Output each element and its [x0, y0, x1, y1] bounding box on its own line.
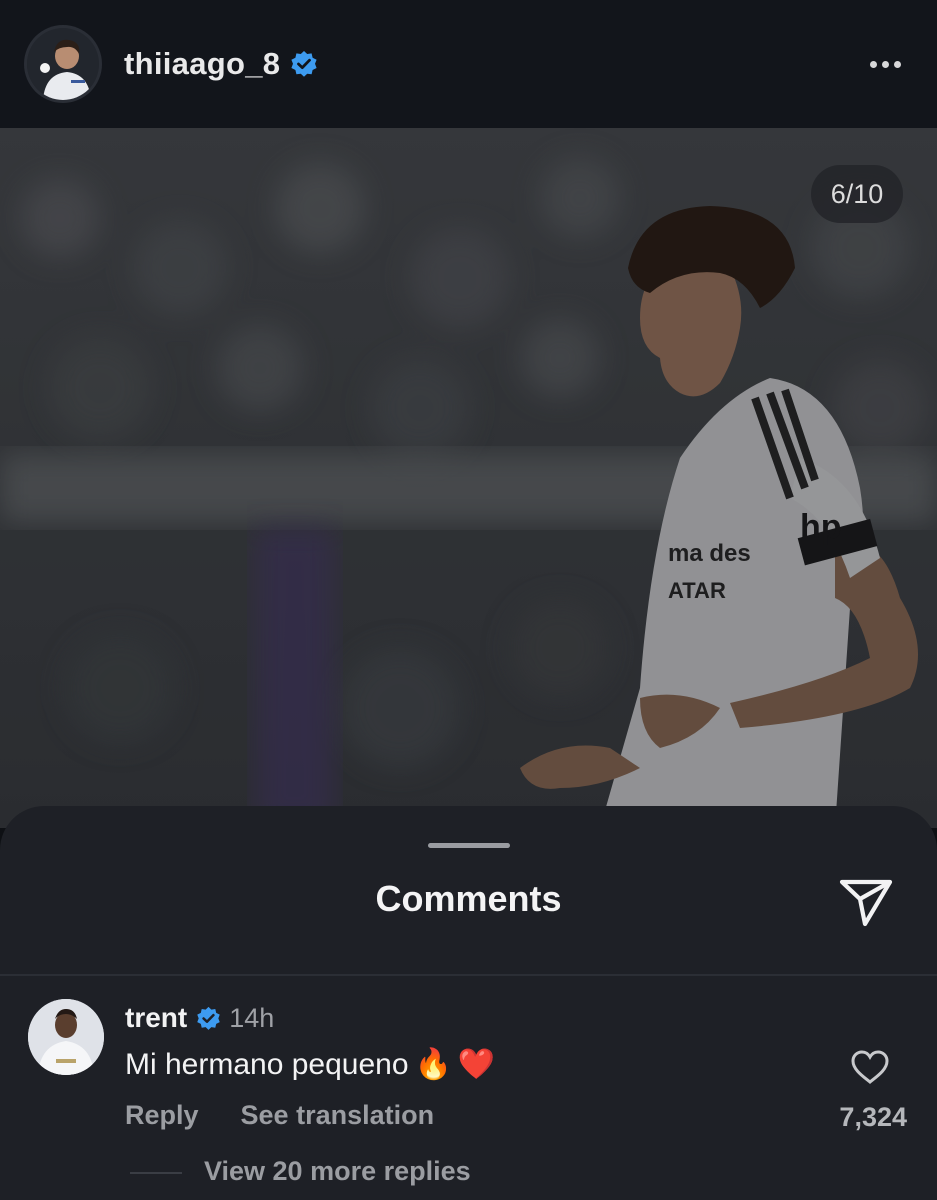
- post-username[interactable]: thiiaago_8: [124, 46, 280, 82]
- instagram-post-screen: thiiaago_8 ma des ATAR hp 6/10 Comments …: [0, 0, 937, 1200]
- verified-badge-icon: [197, 1006, 220, 1030]
- sheet-drag-handle[interactable]: [428, 843, 510, 848]
- avatar-image: [27, 28, 99, 100]
- ellipsis-icon: [870, 60, 877, 68]
- see-translation-button[interactable]: See translation: [241, 1100, 435, 1131]
- verified-badge-icon: [291, 51, 317, 77]
- comments-sheet: Comments trent 14h Mi hermano pequeno 🔥 …: [0, 806, 937, 1200]
- more-options-button[interactable]: [864, 55, 907, 74]
- ellipsis-dot: [894, 60, 901, 68]
- replies-divider-line: [130, 1172, 182, 1174]
- sheet-divider: [0, 974, 937, 976]
- profile-avatar[interactable]: [24, 25, 102, 103]
- send-icon[interactable]: [837, 872, 895, 930]
- post-header: thiiaago_8: [0, 0, 937, 128]
- fire-emoji: 🔥: [414, 1048, 452, 1081]
- comments-title: Comments: [375, 878, 562, 919]
- red-heart-emoji: ❤️: [457, 1048, 496, 1081]
- comment-username[interactable]: trent: [125, 1002, 187, 1034]
- post-photo[interactable]: ma des ATAR hp: [0, 128, 937, 828]
- comment-header: trent 14h: [125, 1002, 274, 1034]
- reply-button[interactable]: Reply: [125, 1100, 199, 1131]
- comment-avatar[interactable]: [28, 999, 104, 1075]
- view-more-replies-button[interactable]: View 20 more replies: [204, 1156, 471, 1187]
- comment-body: Mi hermano pequeno 🔥 ❤️: [125, 1047, 495, 1082]
- ellipsis-dot: [882, 60, 889, 68]
- comment-text: Mi hermano pequeno: [125, 1047, 409, 1081]
- like-count: 7,324: [839, 1102, 907, 1132]
- comment-actions: Reply See translation: [125, 1100, 434, 1131]
- comment-timestamp: 14h: [229, 1002, 275, 1033]
- image-counter: 6/10: [811, 165, 903, 223]
- heart-outline-icon[interactable]: [850, 1048, 890, 1086]
